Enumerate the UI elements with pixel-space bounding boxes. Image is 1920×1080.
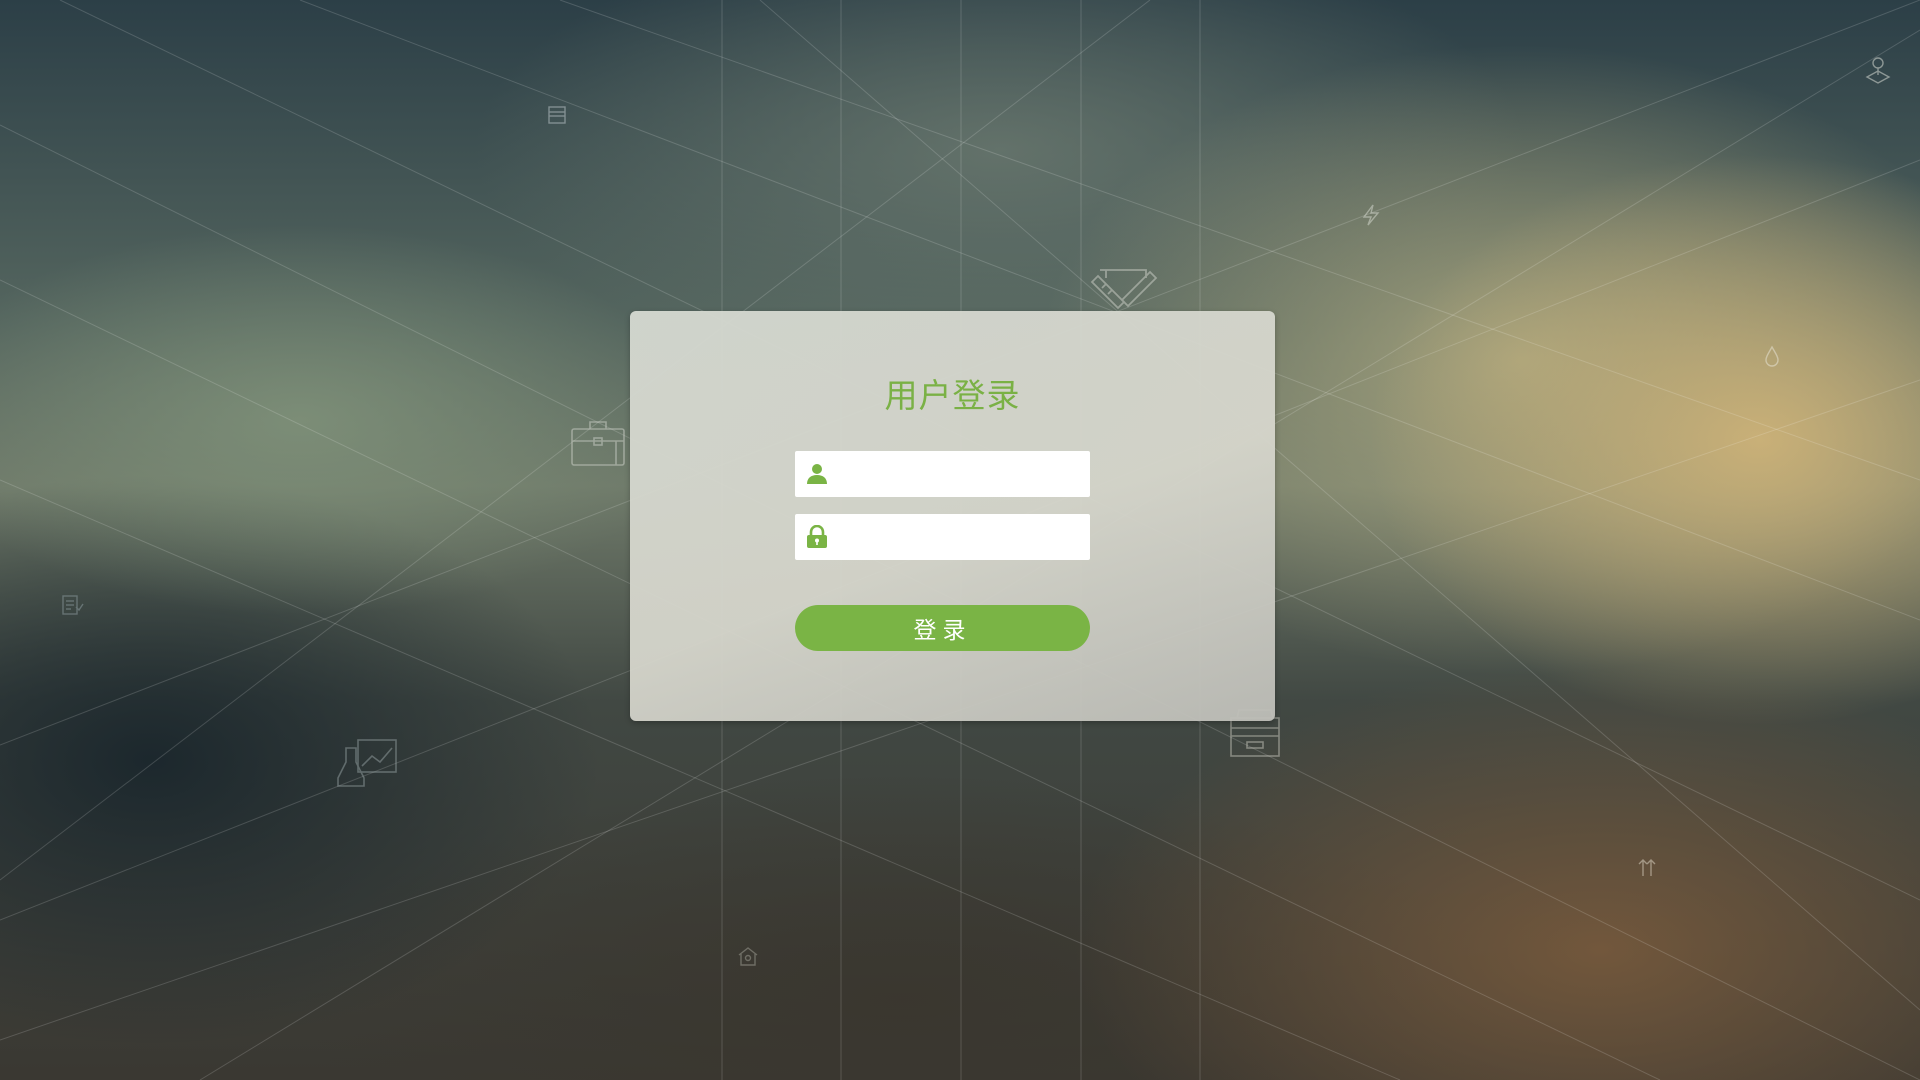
document-icon [548,106,566,124]
sort-arrows-icon [1638,859,1656,876]
briefcase-icon [571,421,625,466]
username-input[interactable] [839,451,1083,499]
water-drop-icon [1765,345,1779,367]
flask-chart-icon [337,739,397,787]
username-field[interactable] [795,451,1090,499]
ruler-pencil-icon [1090,269,1158,310]
map-pin-icon [1865,57,1891,84]
lock-icon [807,525,827,548]
house-icon [738,947,758,966]
login-button[interactable]: 登录 [795,605,1090,651]
login-title: 用户登录 [884,376,1021,415]
login-panel: 用户登录 登录 [630,311,1275,721]
lightning-icon [1362,204,1380,226]
password-field[interactable] [795,514,1090,562]
checklist-icon [62,595,84,615]
user-icon [807,464,827,484]
password-input[interactable] [839,514,1083,562]
